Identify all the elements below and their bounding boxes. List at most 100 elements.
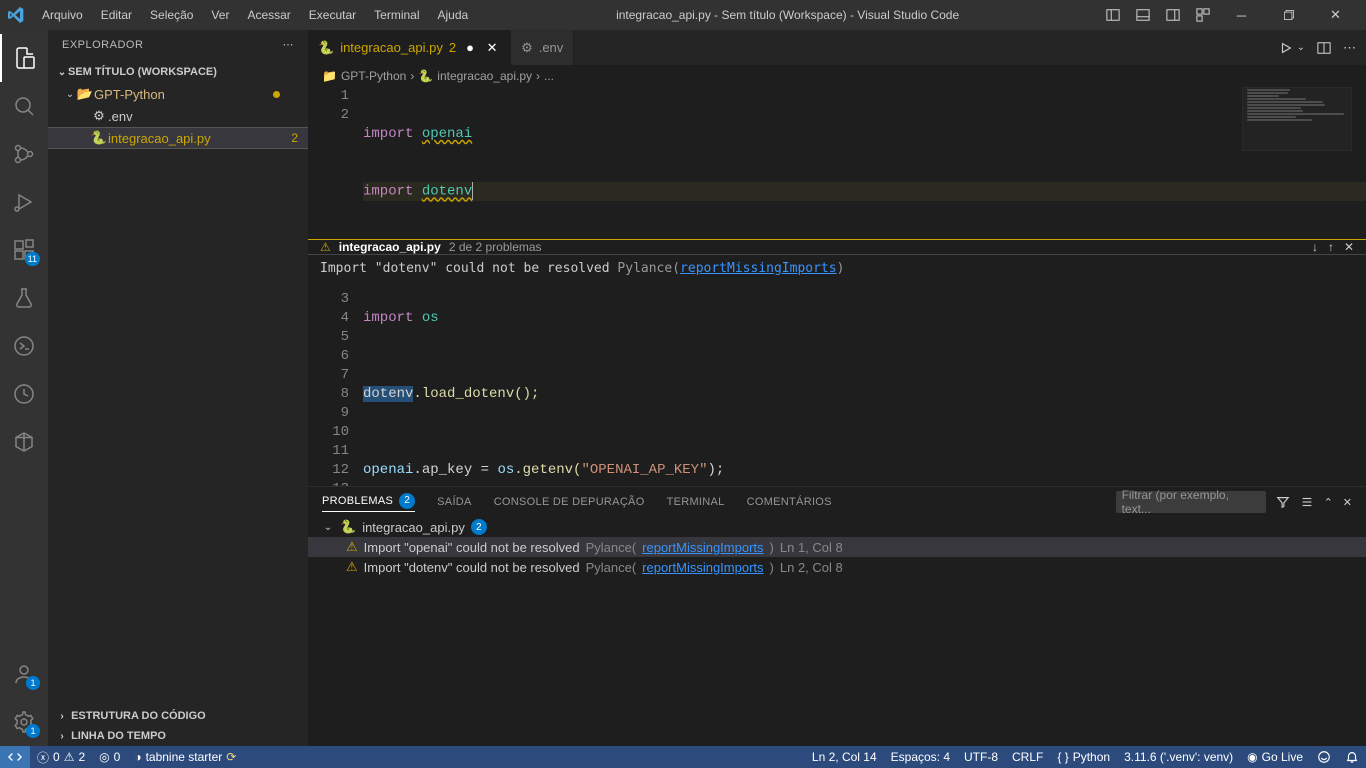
status-go-live[interactable]: ◉Go Live [1240, 746, 1310, 768]
tab-integracao-api[interactable]: 🐍 integracao_api.py 2 ● ✕ [308, 30, 511, 65]
status-tabnine[interactable]: ◑tabnine starter⟳ [127, 746, 243, 768]
panel-tab-comments[interactable]: COMENTÁRIOS [747, 496, 832, 508]
menu-terminal[interactable]: Terminal [366, 4, 427, 26]
chevron-down-icon: ⌄ [56, 67, 68, 78]
status-eol[interactable]: CRLF [1005, 746, 1050, 768]
problem-link[interactable]: reportMissingImports [642, 540, 763, 555]
more-icon[interactable]: ⋯ [1343, 40, 1356, 56]
status-language[interactable]: { }Python [1050, 746, 1117, 768]
menu-ver[interactable]: Ver [203, 4, 237, 26]
menu-acessar[interactable]: Acessar [239, 4, 298, 26]
activity-explorer-icon[interactable] [0, 34, 48, 82]
close-icon[interactable]: ✕ [1344, 240, 1354, 254]
status-errors-warnings[interactable]: ⓧ0 ⚠2 [30, 746, 92, 768]
status-warnings-count: 2 [78, 750, 85, 764]
section-timeline[interactable]: › LINHA DO TEMPO [48, 726, 308, 746]
activity-bar: 11 1 1 [0, 30, 48, 746]
call: .getenv( [514, 462, 581, 478]
menu-selecao[interactable]: Seleção [142, 4, 201, 26]
collapse-all-icon[interactable] [1300, 495, 1314, 509]
call-load-dotenv: .load_dotenv(); [413, 386, 539, 402]
folder-gpt-python[interactable]: ⌄ 📂 GPT-Python [48, 83, 308, 105]
status-feedback-icon[interactable] [1310, 746, 1338, 768]
menu-executar[interactable]: Executar [301, 4, 364, 26]
warning-icon: ⚠ [346, 539, 358, 555]
account-badge: 1 [26, 676, 40, 690]
section-outline[interactable]: › ESTRUTURA DO CÓDIGO [48, 706, 308, 726]
status-interpreter[interactable]: 3.11.6 ('.venv': venv) [1117, 746, 1240, 768]
activity-test-icon[interactable] [0, 274, 48, 322]
dot-modified-icon[interactable]: ● [462, 40, 478, 56]
status-errors-count: 0 [53, 750, 60, 764]
layout-panel-icon[interactable] [1129, 1, 1157, 29]
workspace-root[interactable]: ⌄ SEM TÍTULO (WORKSPACE) [48, 61, 308, 83]
arrow-down-icon[interactable]: ↓ [1312, 240, 1318, 254]
op: .ap_key = [413, 462, 497, 478]
problems-filter-input[interactable]: Filtrar (por exemplo, text... [1116, 491, 1266, 513]
breadcrumb-more[interactable]: ... [544, 69, 554, 83]
close-icon[interactable]: ✕ [484, 40, 500, 56]
problem-row-1[interactable]: ⚠ Import "openai" could not be resolved … [308, 537, 1366, 557]
problems-file-group[interactable]: ⌄ 🐍 integracao_api.py 2 [308, 517, 1366, 537]
activity-extensions-icon[interactable]: 11 [0, 226, 48, 274]
file-integracao-api[interactable]: 🐍 integracao_api.py 2 [48, 127, 308, 149]
close-panel-icon[interactable]: ✕ [1343, 496, 1352, 509]
remote-indicator[interactable] [0, 746, 30, 768]
activity-tabnine-icon[interactable] [0, 322, 48, 370]
panel-tab-problems[interactable]: PROBLEMAS2 [322, 493, 415, 512]
folder-open-icon: 📂 [76, 86, 94, 102]
editor-actions: ⌄ ⋯ [1279, 30, 1366, 65]
window-close[interactable]: ✕ [1313, 0, 1358, 30]
panel-tab-debug-console[interactable]: CONSOLE DE DEPURAÇÃO [494, 496, 645, 508]
window-minimize[interactable]: ─ [1219, 0, 1264, 30]
problems-body: ⌄ 🐍 integracao_api.py 2 ⚠ Import "openai… [308, 517, 1366, 746]
status-lncol[interactable]: Ln 2, Col 14 [805, 746, 884, 768]
activity-account-icon[interactable]: 1 [0, 650, 48, 698]
tab-env[interactable]: ⚙ .env [511, 30, 574, 65]
file-env[interactable]: ⚙ .env [48, 105, 308, 127]
activity-run-icon[interactable] [0, 178, 48, 226]
problem-link[interactable]: reportMissingImports [642, 560, 763, 575]
breadcrumbs[interactable]: 📁 GPT-Python › 🐍 integracao_api.py › ... [308, 65, 1366, 87]
breadcrumb-folder[interactable]: GPT-Python [341, 69, 406, 83]
file-problems-badge: 2 [291, 131, 298, 145]
problem-link[interactable]: reportMissingImports [680, 261, 837, 276]
status-bell-icon[interactable] [1338, 746, 1366, 768]
layout-primary-icon[interactable] [1099, 1, 1127, 29]
status-ports[interactable]: ◎0 [92, 746, 127, 768]
window-maximize[interactable] [1266, 0, 1311, 30]
problem-text: Import "dotenv" could not be resolved [320, 261, 617, 276]
code-editor[interactable]: 12 import openai import dotenv ⚠ integra… [308, 87, 1366, 486]
maximize-panel-icon[interactable]: ⌃ [1324, 496, 1333, 509]
activity-liveshare-icon[interactable] [0, 370, 48, 418]
menu-arquivo[interactable]: Arquivo [34, 4, 91, 26]
activity-settings-icon[interactable]: 1 [0, 698, 48, 746]
run-icon[interactable] [1279, 41, 1293, 55]
activity-docker-icon[interactable] [0, 418, 48, 466]
run-dropdown-icon[interactable]: ⌄ [1297, 42, 1305, 53]
problem-row-2[interactable]: ⚠ Import "dotenv" could not be resolved … [308, 557, 1366, 577]
close-paren: ) [770, 540, 774, 555]
ident: os [497, 462, 514, 478]
status-encoding[interactable]: UTF-8 [957, 746, 1005, 768]
panel-tab-output[interactable]: SAÍDA [437, 496, 472, 508]
tab-badge: 2 [449, 40, 456, 55]
chevron-down-icon: ⌄ [64, 89, 76, 100]
statusbar: ⓧ0 ⚠2 ◎0 ◑tabnine starter⟳ Ln 2, Col 14 … [0, 746, 1366, 768]
sidebar-more-icon[interactable]: ⋯ [283, 38, 295, 51]
arrow-up-icon[interactable]: ↑ [1328, 240, 1334, 254]
filter-icon[interactable] [1276, 495, 1290, 509]
layout-secondary-icon[interactable] [1159, 1, 1187, 29]
split-editor-icon[interactable] [1317, 41, 1331, 55]
menu-editar[interactable]: Editar [93, 4, 140, 26]
panel-tab-terminal[interactable]: TERMINAL [667, 496, 725, 508]
activity-search-icon[interactable] [0, 82, 48, 130]
menu-ajuda[interactable]: Ajuda [430, 4, 477, 26]
tab-label: .env [539, 40, 564, 55]
status-spaces[interactable]: Espaços: 4 [884, 746, 957, 768]
customize-layout-icon[interactable] [1189, 1, 1217, 29]
keyword: import [363, 126, 413, 142]
activity-scm-icon[interactable] [0, 130, 48, 178]
breadcrumb-file[interactable]: integracao_api.py [437, 69, 532, 83]
minimap[interactable] [1242, 87, 1352, 151]
